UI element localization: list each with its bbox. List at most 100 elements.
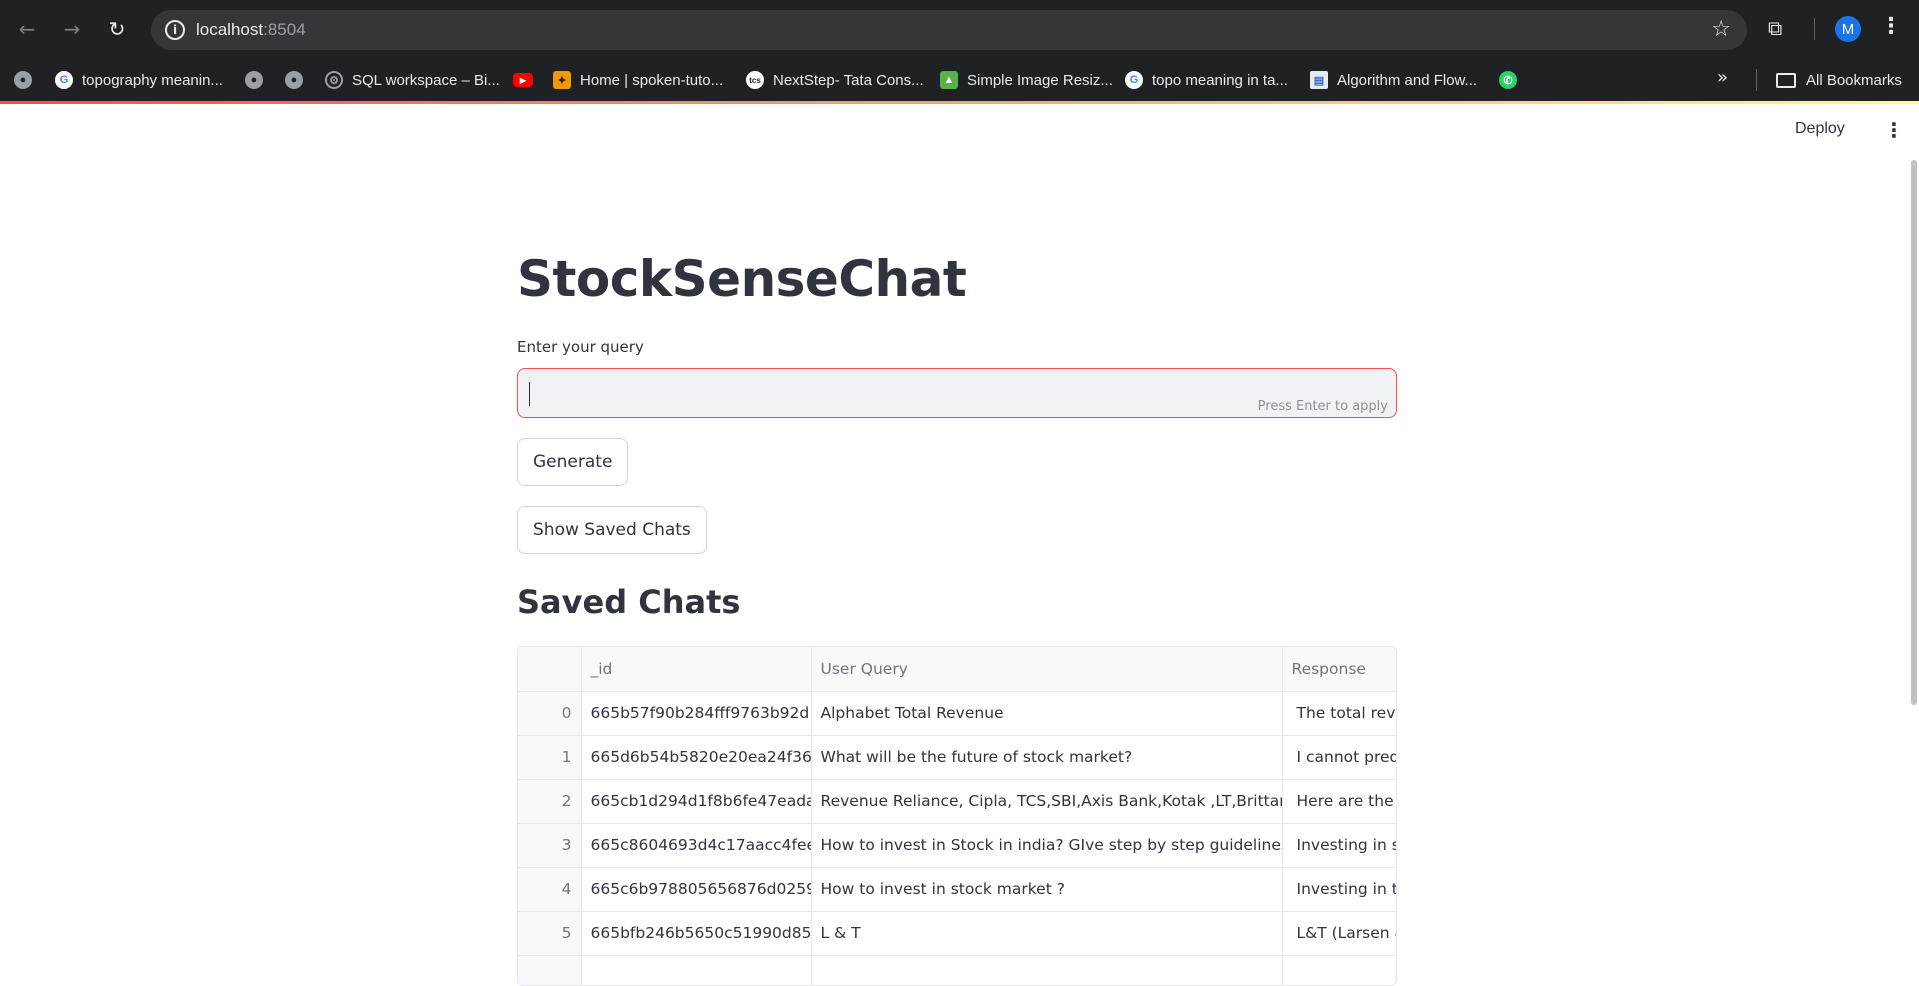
- cell-id[interactable]: 665b57f90b284fff9763b92d: [581, 691, 812, 736]
- whatsapp-icon: ✆: [1499, 71, 1517, 89]
- all-bookmarks-button[interactable]: All Bookmarks: [1776, 67, 1902, 93]
- column-header-id[interactable]: _id: [581, 647, 812, 692]
- bookmark-label: Simple Image Resiz...: [967, 71, 1113, 89]
- cell-user-query[interactable]: How to invest in Stock in india? GIve st…: [811, 823, 1283, 868]
- row-index: [518, 955, 582, 985]
- press-enter-hint: Press Enter to apply: [1257, 399, 1388, 414]
- column-header-response[interactable]: Response: [1282, 647, 1396, 692]
- bookmark-image-resizer[interactable]: ▲ Simple Image Resiz...: [940, 67, 1113, 93]
- cell-id[interactable]: 665cb1d294d1f8b6fe47eada: [581, 779, 812, 824]
- column-header-user-query[interactable]: User Query: [811, 647, 1283, 692]
- row-index: 0: [518, 691, 582, 736]
- cell-id[interactable]: 665c6b978805656876d0259c: [581, 867, 812, 912]
- row-index: 2: [518, 779, 582, 824]
- cell-user-query[interactable]: [811, 955, 1283, 985]
- cell-id[interactable]: 665c8604693d4c17aacc4fee: [581, 823, 812, 868]
- bookmark-label: SQL workspace – Bi...: [352, 71, 500, 89]
- cell-response[interactable]: Investing in st: [1282, 823, 1396, 868]
- reload-icon[interactable]: ↻: [102, 14, 132, 44]
- cell-user-query[interactable]: Alphabet Total Revenue: [811, 691, 1283, 736]
- cell-response[interactable]: Here are the c: [1282, 779, 1396, 824]
- all-bookmarks-label: All Bookmarks: [1806, 71, 1902, 89]
- bookmark-label: topo meaning in ta...: [1152, 71, 1288, 89]
- cell-user-query[interactable]: Revenue Reliance, Cipla, TCS,SBI,Axis Ba…: [811, 779, 1283, 824]
- bookmarks-divider: [1756, 69, 1757, 91]
- bookmark-algorithm-flow[interactable]: ▤ Algorithm and Flow...: [1310, 67, 1477, 93]
- cell-user-query[interactable]: What will be the future of stock market?: [811, 735, 1283, 780]
- address-bar[interactable]: i localhost:8504 ☆: [151, 10, 1747, 50]
- bookmark-label: NextStep- Tata Cons...: [773, 71, 924, 89]
- bookmark-label: Home | spoken-tuto...: [580, 71, 724, 89]
- table-header-row: _id User Query Response: [518, 647, 1396, 692]
- row-index: 1: [518, 735, 582, 780]
- bookmarks-bar: ● Gtopography meanin... ● ● ⚙ SQL workspa…: [0, 59, 1919, 101]
- youtube-icon: ▶: [513, 73, 533, 87]
- profile-avatar[interactable]: M: [1835, 16, 1861, 42]
- table-row: [518, 955, 1396, 985]
- row-index: 5: [518, 911, 582, 956]
- bookmark-topo-meaning[interactable]: Gtopo meaning in ta...: [1125, 67, 1288, 93]
- table-row: 3 665c8604693d4c17aacc4fee How to invest…: [518, 823, 1396, 868]
- bookmark-label: topography meanin...: [82, 71, 223, 89]
- table-row: 4 665c6b978805656876d0259c How to invest…: [518, 867, 1396, 912]
- row-index: 3: [518, 823, 582, 868]
- bookmark-sql-workspace[interactable]: ⚙ SQL workspace – Bi...: [325, 67, 500, 93]
- spoken-tutorial-icon: ✦: [553, 71, 571, 89]
- cell-response[interactable]: L&T (Larsen &: [1282, 911, 1396, 956]
- page-title: StockSenseChat: [517, 250, 967, 308]
- url-host: localhost: [196, 20, 264, 39]
- table-row: 5 665bfb246b5650c51990d853 L & T L&T (La…: [518, 911, 1396, 956]
- bookmark-globe-2[interactable]: ●: [245, 67, 272, 93]
- bookmark-label: Algorithm and Flow...: [1337, 71, 1478, 89]
- document-icon: ▤: [1310, 71, 1328, 89]
- cell-id[interactable]: 665bfb246b5650c51990d853: [581, 911, 812, 956]
- back-arrow-icon[interactable]: ←: [12, 14, 42, 44]
- cell-id[interactable]: 665d6b54b5820e20ea24f36d: [581, 735, 812, 780]
- query-input-box[interactable]: Press Enter to apply: [517, 368, 1397, 418]
- bookmark-nextstep-tcs[interactable]: tcs NextStep- Tata Cons...: [746, 67, 924, 93]
- folder-icon: [1776, 72, 1796, 88]
- show-saved-chats-button[interactable]: Show Saved Chats: [517, 506, 707, 554]
- column-header-index[interactable]: [518, 647, 582, 692]
- bookmark-globe-3[interactable]: ●: [285, 67, 312, 93]
- cell-user-query[interactable]: How to invest in stock market ?: [811, 867, 1283, 912]
- browser-menu-icon[interactable]: ⋮: [1880, 14, 1902, 39]
- row-index: 4: [518, 867, 582, 912]
- site-info-icon[interactable]: i: [165, 20, 185, 40]
- app-menu-icon[interactable]: ⋮: [1884, 118, 1904, 142]
- google-icon: G: [1125, 71, 1143, 89]
- globe-icon: ●: [14, 71, 32, 89]
- browser-toolbar: ← → ↻ i localhost:8504 ☆ ⧉ M ⋮: [0, 0, 1919, 59]
- google-icon: G: [55, 71, 73, 89]
- globe-icon: ●: [285, 71, 303, 89]
- tcs-icon: tcs: [746, 71, 764, 89]
- url-port: :8504: [263, 20, 306, 39]
- forward-arrow-icon[interactable]: →: [57, 14, 87, 44]
- cell-response[interactable]: [1282, 955, 1396, 985]
- cell-response[interactable]: I cannot predi: [1282, 735, 1396, 780]
- cell-user-query[interactable]: L & T: [811, 911, 1283, 956]
- bookmark-star-icon[interactable]: ☆: [1711, 17, 1731, 42]
- url-text[interactable]: localhost:8504: [196, 20, 306, 40]
- bookmark-spoken-tutorial[interactable]: ✦ Home | spoken-tuto...: [553, 67, 723, 93]
- bookmark-youtube[interactable]: ▶: [513, 67, 542, 93]
- query-label: Enter your query: [517, 338, 644, 356]
- cell-id[interactable]: [581, 955, 812, 985]
- cell-response[interactable]: The total reve: [1282, 691, 1396, 736]
- bookmark-globe-1[interactable]: ●: [14, 67, 41, 93]
- saved-chats-table[interactable]: _id User Query Response 0 665b57f90b284f…: [517, 646, 1397, 986]
- page-scrollbar[interactable]: [1911, 160, 1917, 705]
- deploy-button[interactable]: Deploy: [1795, 120, 1845, 138]
- saved-chats-heading: Saved Chats: [517, 583, 741, 621]
- generate-button[interactable]: Generate: [517, 438, 629, 486]
- table-row: 0 665b57f90b284fff9763b92d Alphabet Tota…: [518, 691, 1396, 736]
- globe-icon: ●: [245, 71, 263, 89]
- table-row: 2 665cb1d294d1f8b6fe47eada Revenue Relia…: [518, 779, 1396, 824]
- bookmark-topography-meaning[interactable]: Gtopography meanin...: [55, 67, 223, 93]
- table-row: 1 665d6b54b5820e20ea24f36d What will be …: [518, 735, 1396, 780]
- extensions-icon[interactable]: ⧉: [1768, 16, 1794, 42]
- bookmark-whatsapp[interactable]: ✆: [1499, 67, 1526, 93]
- more-bookmarks-icon[interactable]: »: [1717, 67, 1728, 88]
- cell-response[interactable]: Investing in th: [1282, 867, 1396, 912]
- gear-icon: ⚙: [325, 71, 343, 89]
